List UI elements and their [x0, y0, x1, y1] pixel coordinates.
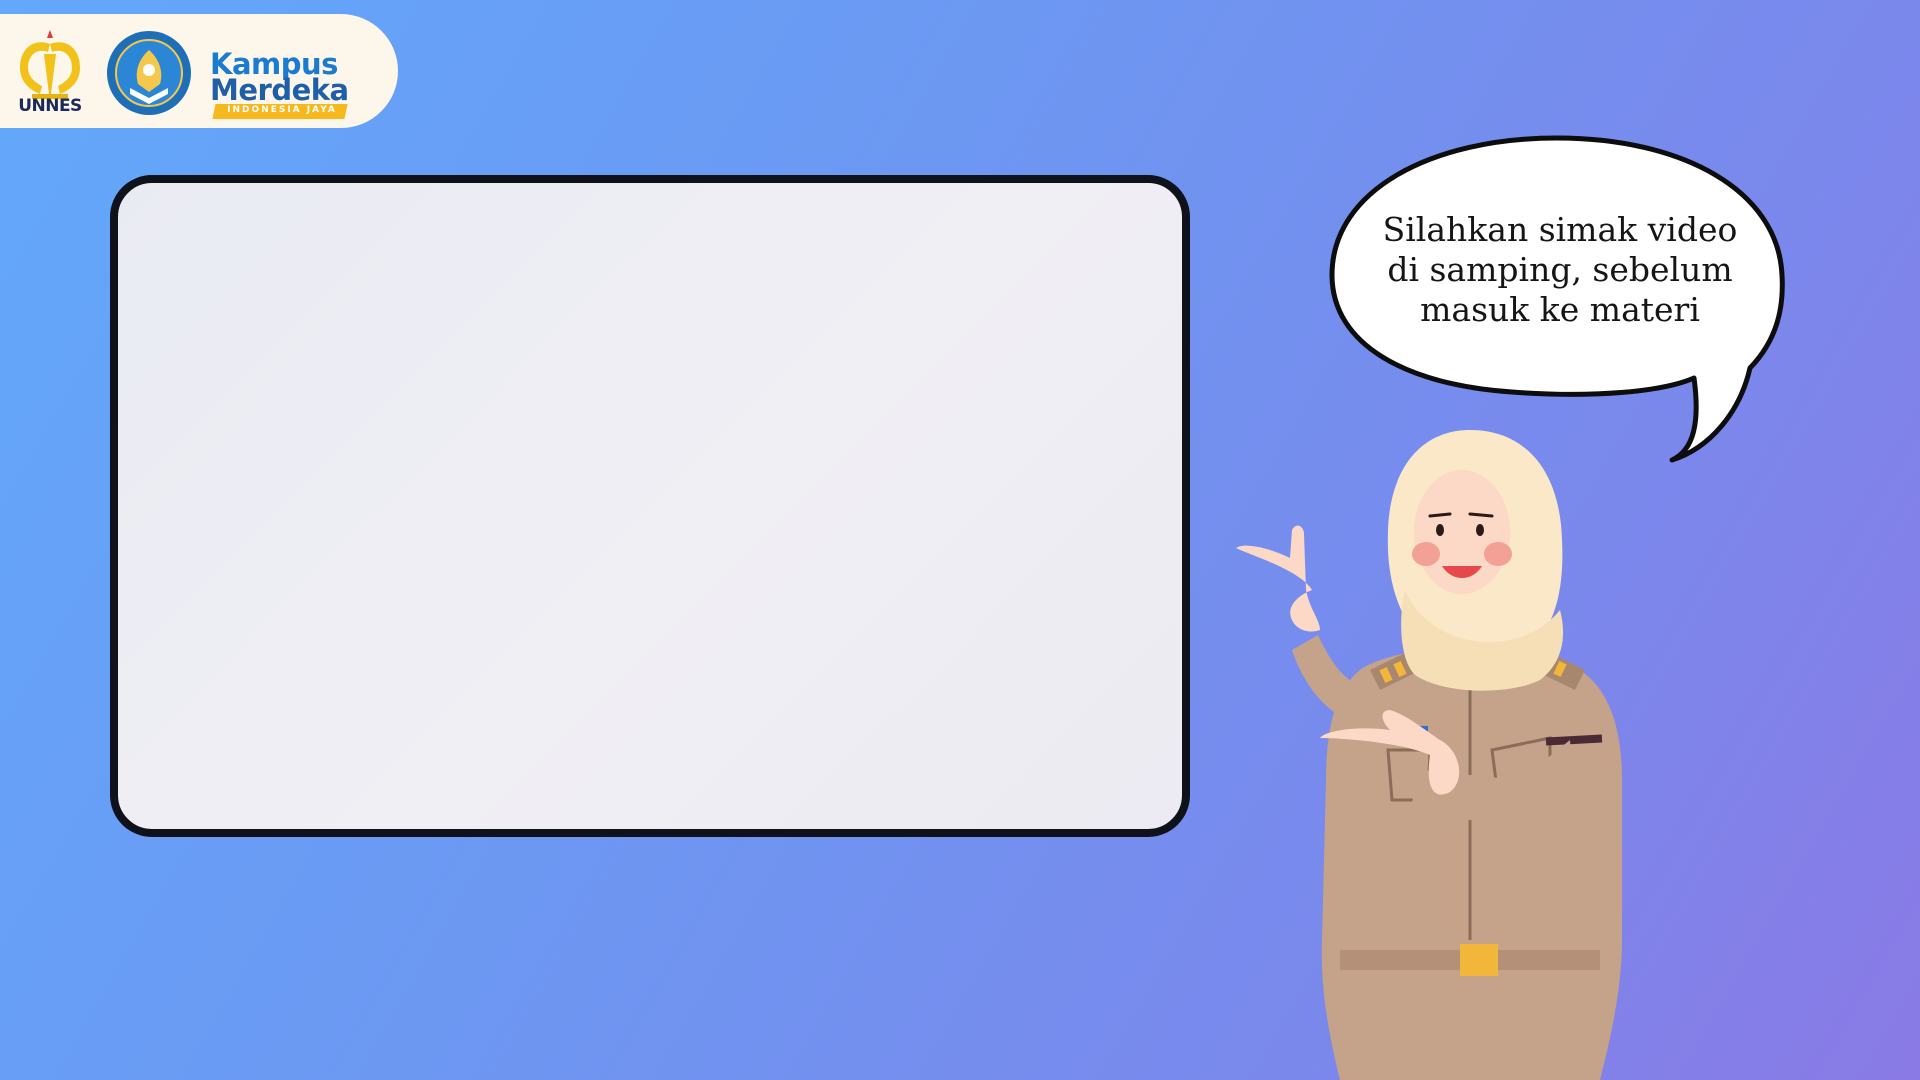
kampus-merdeka-ribbon-text: INDONESIA JAYA [227, 105, 337, 115]
speech-line-3: masuk ke materi [1420, 290, 1700, 329]
logo-bar: UNNES Kampus Merdeka INDONESIA JAYA [0, 14, 398, 128]
unnes-label: UNNES [18, 96, 82, 116]
video-frame[interactable] [110, 175, 1190, 837]
tut-wuri-handayani-icon [107, 31, 191, 115]
kampus-merdeka-logo: Kampus Merdeka INDONESIA JAYA [210, 34, 360, 124]
teacher-character-icon [1236, 430, 1622, 1080]
speech-line-2: di samping, sebelum [1387, 250, 1733, 289]
kampus-merdeka-line2: Merdeka [210, 73, 349, 107]
speech-line-1: Silahkan simak video [1382, 210, 1738, 249]
speech-text: Silahkan simak video di samping, sebelum… [1360, 210, 1760, 330]
